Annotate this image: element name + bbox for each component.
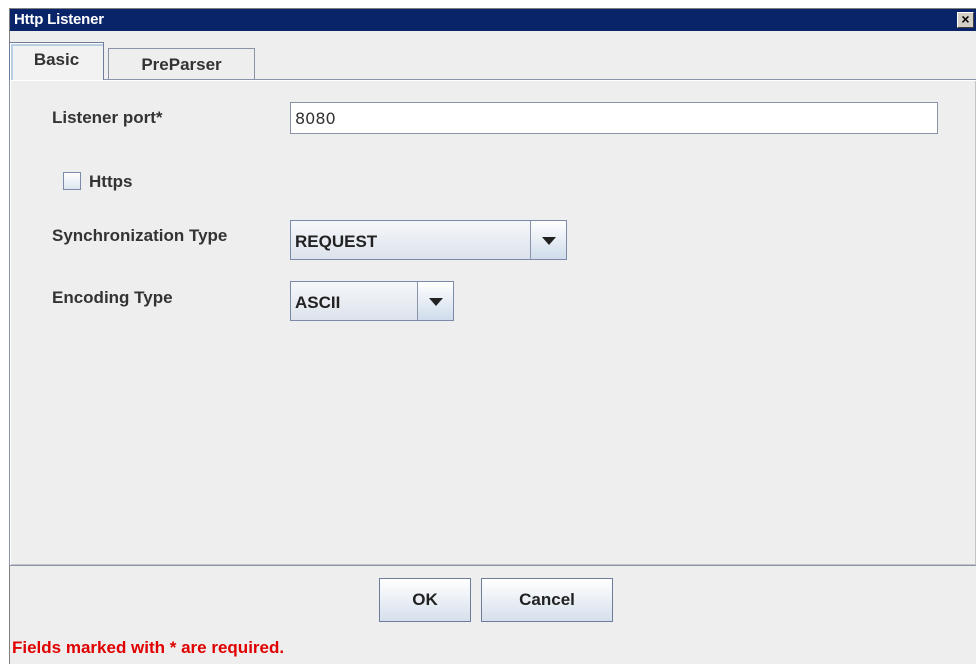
close-icon: × [961, 11, 970, 27]
encoding-type-value: ASCII [295, 293, 341, 312]
encoding-type-label: Encoding Type [52, 288, 173, 307]
ok-button[interactable]: OK [379, 578, 471, 622]
window-title: Http Listener [14, 11, 104, 28]
listener-port-label: Listener port* [52, 108, 163, 127]
cancel-button[interactable]: Cancel [481, 578, 613, 622]
required-fields-note: Fields marked with * are required. [12, 638, 285, 657]
synchronization-type-dropdown-button[interactable] [530, 221, 566, 259]
encoding-type-select[interactable]: ASCII [290, 281, 454, 321]
tab-preparser[interactable]: PreParser [108, 48, 255, 79]
chevron-down-icon [542, 237, 556, 245]
tab-basic[interactable]: Basic [9, 42, 104, 80]
close-button[interactable]: × [957, 12, 974, 28]
https-label: Https [89, 172, 133, 191]
title-bar[interactable]: Http Listener × [10, 9, 976, 31]
listener-port-input[interactable] [290, 102, 938, 134]
synchronization-type-label: Synchronization Type [52, 226, 228, 245]
https-checkbox[interactable] [63, 172, 81, 190]
encoding-type-dropdown-button[interactable] [417, 282, 453, 320]
tab-panel-basic [9, 79, 976, 566]
chevron-down-icon [429, 298, 443, 306]
synchronization-type-select[interactable]: REQUEST [290, 220, 567, 260]
synchronization-type-value: REQUEST [295, 232, 378, 251]
